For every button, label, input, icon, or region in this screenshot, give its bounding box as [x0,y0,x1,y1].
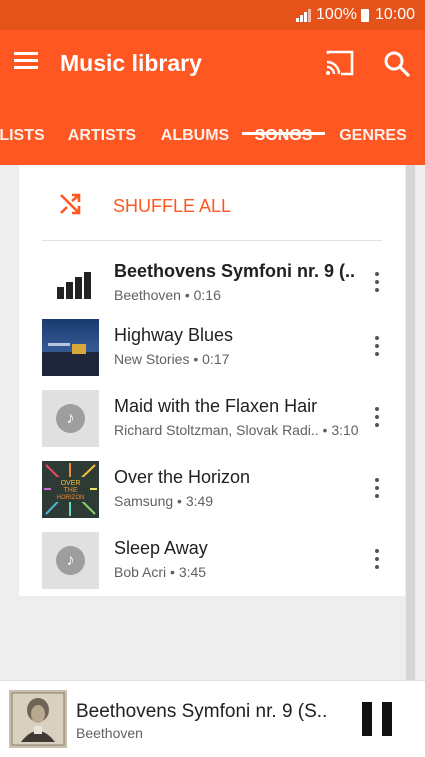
song-title: Highway Blues [114,325,234,345]
shuffle-icon [60,193,81,215]
more-vert-icon[interactable] [373,549,381,571]
song-subtitle: Bob Acri • 3:45 [114,564,207,580]
clock: 10:00 [374,6,415,23]
signal-icon [296,8,312,22]
svg-text:THE: THE [64,487,78,494]
song-row[interactable]: OVER THE HORIZON Over the Horizon Samsun… [19,454,405,525]
song-subtitle: Samsung • 3:49 [114,493,214,509]
battery-percent: 100% [316,6,357,23]
more-vert-icon[interactable] [373,407,381,429]
song-title: Maid with the Flaxen Hair [114,396,318,416]
album-art-placeholder: ♪ [42,532,99,589]
tab-artists[interactable]: ARTISTS [60,120,144,165]
more-vert-icon[interactable] [373,272,381,294]
svg-text:HORIZON: HORIZON [57,495,85,501]
song-row[interactable]: ♪ Maid with the Flaxen Hair Richard Stol… [19,383,405,454]
music-note-icon: ♪ [56,546,85,575]
tab-genres[interactable]: GENRES [333,120,413,165]
more-vert-icon[interactable] [373,478,381,500]
song-subtitle: Beethoven • 0:16 [114,287,221,303]
shuffle-all-label: SHUFFLE ALL [113,196,232,216]
now-playing-album-art [9,690,67,748]
song-title: Beethovens Symfoni nr. 9 (.. [114,261,356,281]
music-note-icon: ♪ [56,404,85,433]
song-title: Sleep Away [114,538,208,558]
song-row[interactable]: Beethovens Symfoni nr. 9 (.. Beethoven •… [19,248,405,319]
equalizer-icon [57,272,91,299]
app-bar: Music library LISTS ARTISTS ALBUMS SONGS… [0,30,425,165]
tab-bar: LISTS ARTISTS ALBUMS SONGS GENRES [0,120,425,165]
page-title: Music library [60,50,202,76]
song-subtitle: Richard Stoltzman, Slovak Radi.. • 3:10 [114,422,359,438]
menu-icon[interactable] [14,52,40,72]
song-subtitle: New Stories • 0:17 [114,351,230,367]
song-title: Over the Horizon [114,467,251,487]
tab-lists[interactable]: LISTS [0,120,52,165]
tab-albums[interactable]: ALBUMS [155,120,235,165]
now-playing-title: Beethovens Symfoni nr. 9 (S.. [76,701,328,722]
more-vert-icon[interactable] [373,336,381,358]
pause-icon[interactable] [362,702,392,736]
shuffle-all-button[interactable]: SHUFFLE ALL [19,165,405,241]
now-playing-artist: Beethoven [76,725,143,741]
song-row[interactable]: ♪ Sleep Away Bob Acri • 3:45 [19,525,405,596]
scrollbar[interactable] [406,165,415,680]
battery-icon [360,8,369,22]
tab-songs[interactable]: SONGS [242,120,325,165]
status-bar: 100% 10:00 [0,0,425,30]
now-playing-bar[interactable]: Beethovens Symfoni nr. 9 (S.. Beethoven [0,680,425,757]
album-art-placeholder: ♪ [42,390,99,447]
song-row[interactable]: Highway Blues New Stories • 0:17 [19,312,405,383]
svg-text:OVER: OVER [61,480,81,487]
cast-icon[interactable] [325,50,355,76]
divider [42,240,382,241]
search-icon[interactable] [383,50,411,78]
album-art-thumbnail [42,319,99,376]
active-tab-indicator [242,132,325,135]
album-art-thumbnail: OVER THE HORIZON [42,461,99,518]
